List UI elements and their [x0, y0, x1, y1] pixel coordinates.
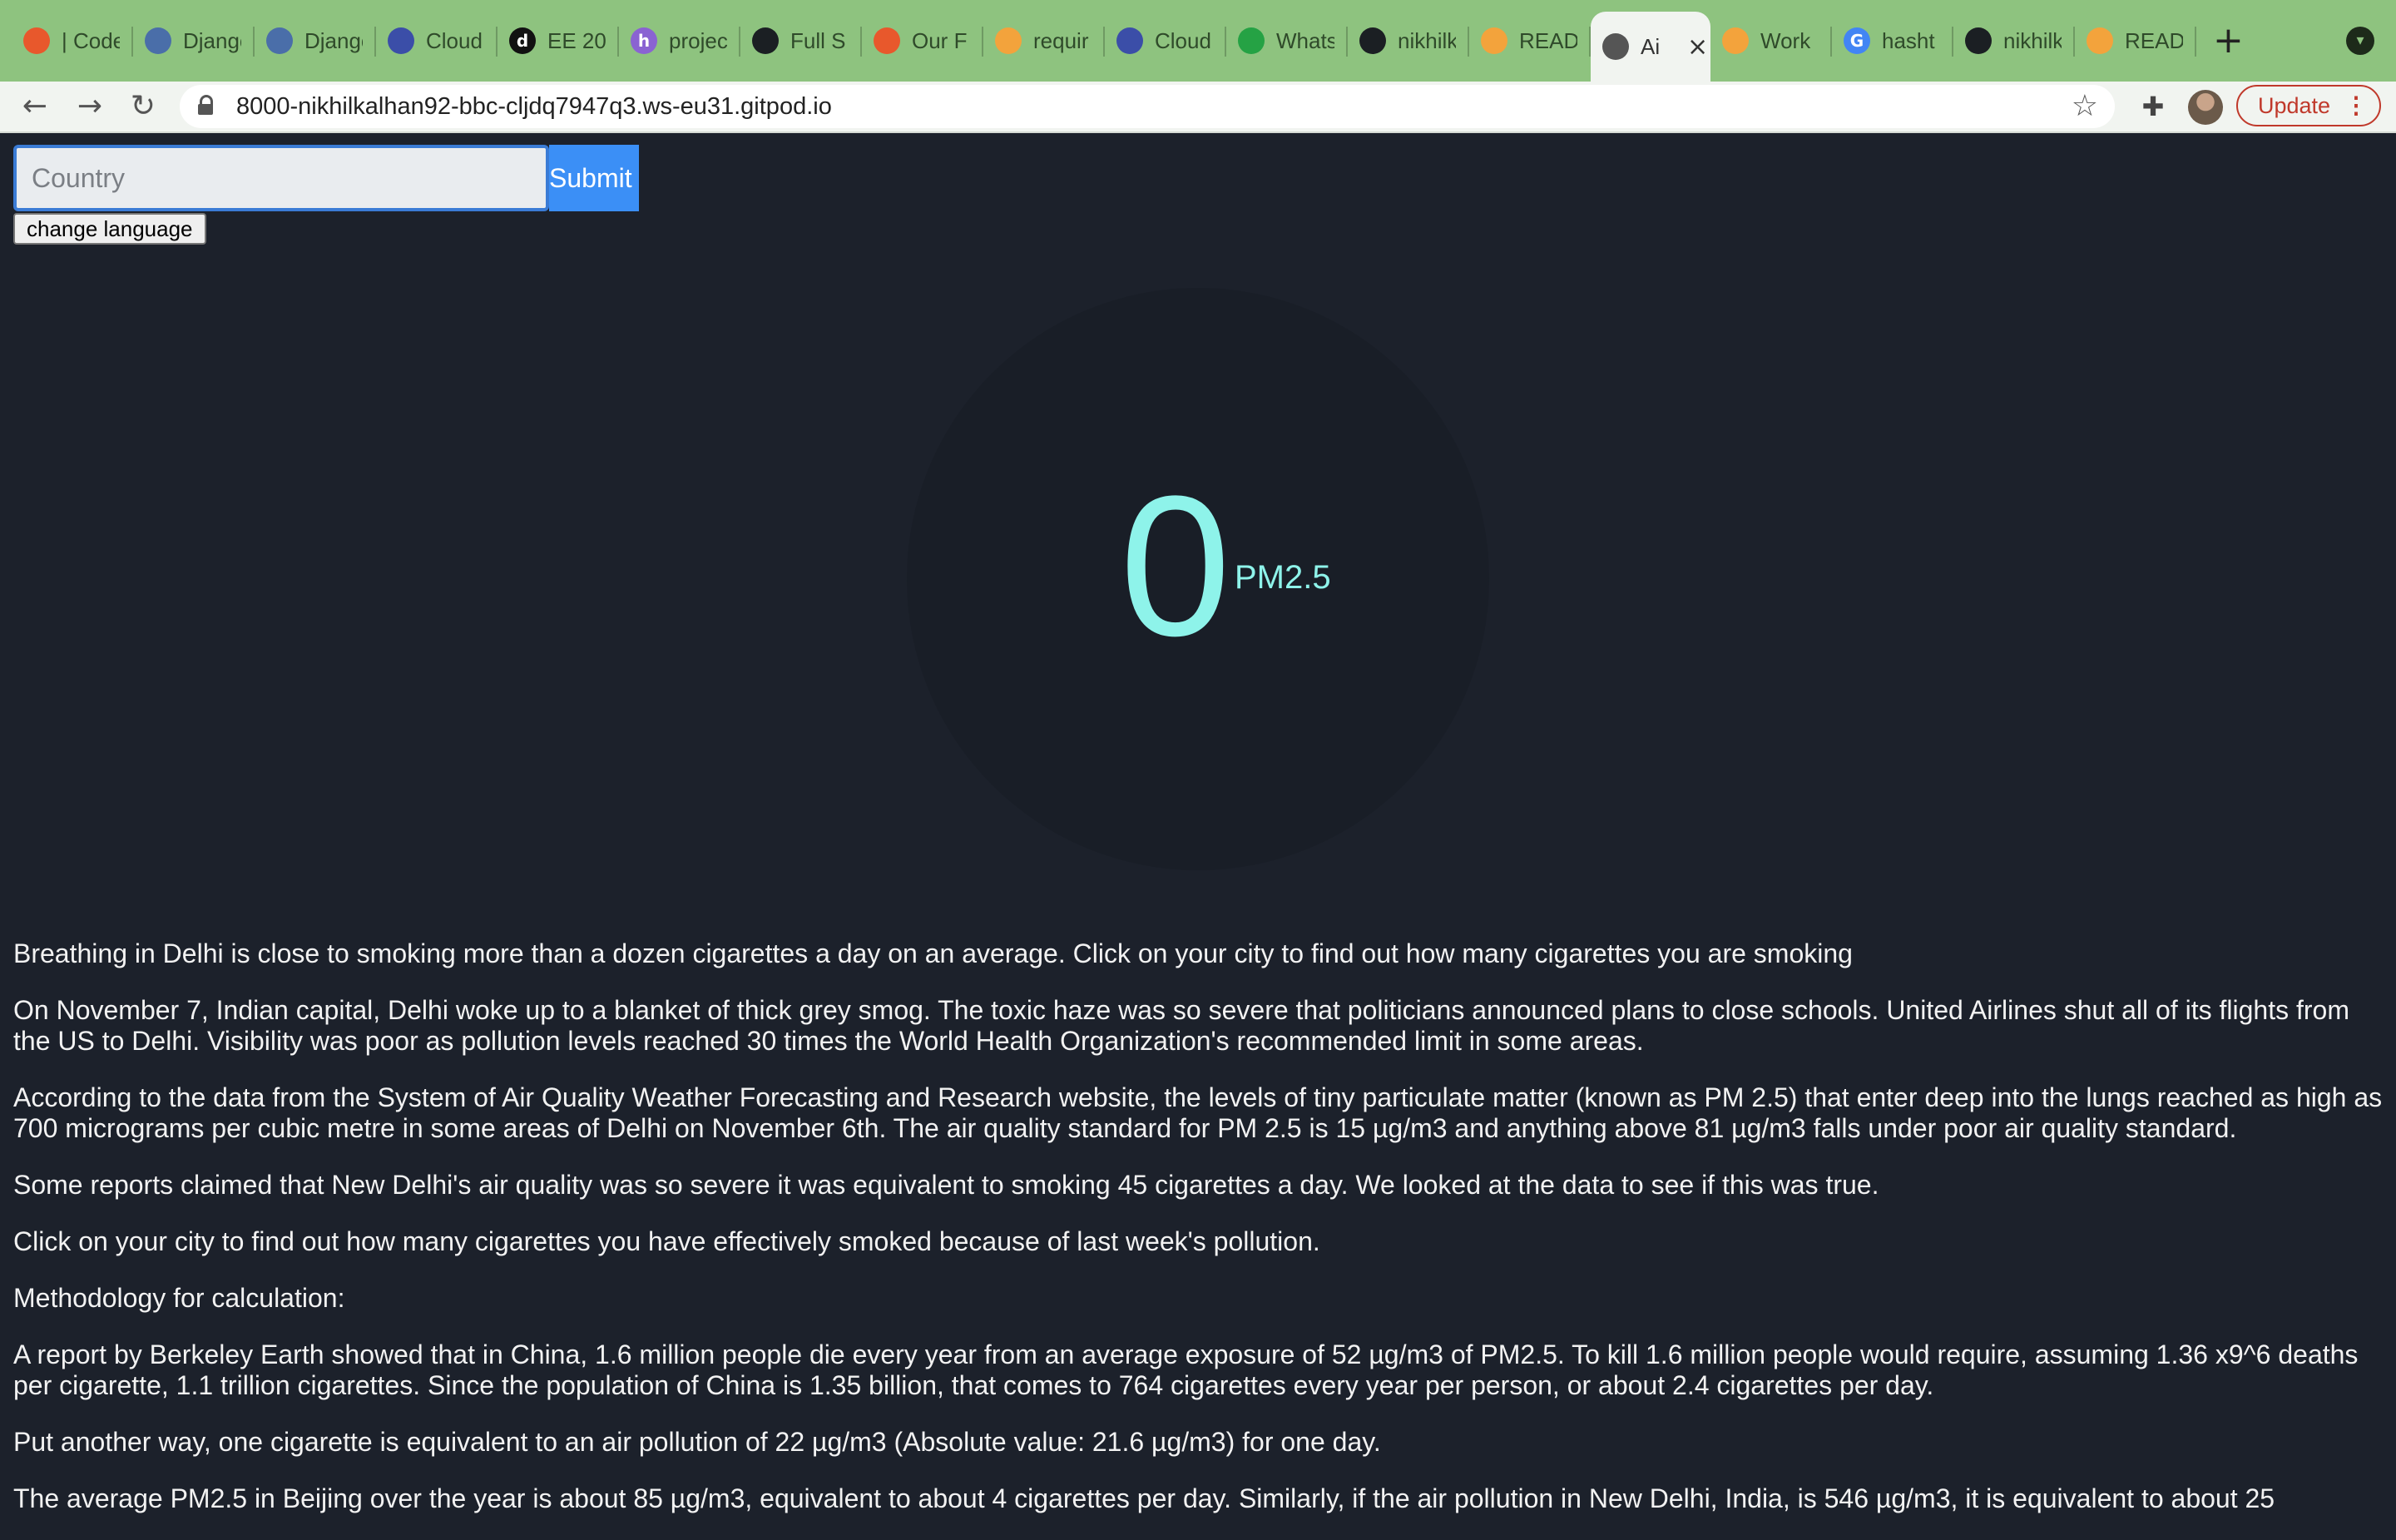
tab-title: Cloud [1155, 27, 1211, 53]
change-language-button[interactable]: change language [13, 213, 206, 245]
browser-tab[interactable]: nikhilk [1348, 12, 1469, 70]
article-paragraph: Methodology for calculation: [13, 1283, 345, 1313]
address-bar[interactable]: 8000-nikhilkalhan92-bbc-cljdq7947q3.ws-e… [180, 85, 2115, 128]
tab-title: | Code [62, 27, 120, 53]
cloud-icon [1116, 27, 1143, 54]
article-paragraph: Put another way, one cigarette is equiva… [13, 1427, 1381, 1457]
article-body: Breathing in Delhi is close to smoking m… [13, 938, 2384, 1540]
browser-tab[interactable]: Cloud [376, 12, 498, 70]
article-paragraph: Breathing in Delhi is close to smoking m… [13, 938, 1853, 968]
tab-title: requir [1033, 27, 1089, 53]
tab-title: hasht [1882, 27, 1935, 53]
google-icon: G [1844, 27, 1870, 54]
tab-search-icon[interactable]: ▾ [2346, 27, 2374, 55]
browser-tab[interactable]: Our F [862, 12, 983, 70]
django-globe-icon [266, 27, 293, 54]
tab-title: Cloud [426, 27, 483, 53]
article-paragraph: Click on your city to find out how many … [13, 1226, 1320, 1256]
extensions-puzzle-icon[interactable]: ✚ [2136, 90, 2170, 123]
article-paragraph: Some reports claimed that New Delhi's ai… [13, 1170, 1879, 1200]
url-text[interactable]: 8000-nikhilkalhan92-bbc-cljdq7947q3.ws-e… [236, 93, 832, 120]
profile-avatar[interactable] [2188, 90, 2223, 125]
tab-title: READ [2125, 27, 2183, 53]
tab-title: Whats [1276, 27, 1334, 53]
browser-tab[interactable]: requir [983, 12, 1105, 70]
cloud-icon [388, 27, 414, 54]
browser-tab[interactable]: | Code [12, 12, 133, 70]
browser-tab[interactable]: h projec [619, 12, 740, 70]
browser-tab[interactable]: Ai × [1591, 12, 1710, 82]
update-button[interactable]: Update ⋮ [2236, 85, 2381, 126]
tab-title: nikhilk [2003, 27, 2062, 53]
browser-tab[interactable]: nikhilk [1953, 12, 2075, 70]
browser-tab[interactable]: Django [133, 12, 255, 70]
gitpod-icon [995, 27, 1022, 54]
browser-toolbar: ← → ↻ 8000-nikhilkalhan92-bbc-cljdq7947q… [0, 82, 2396, 133]
tab-title: Ai [1641, 33, 1661, 59]
tab-title: READ [1519, 27, 1577, 53]
codepen-orange-icon [23, 27, 50, 54]
browser-tab[interactable]: READ [2075, 12, 2196, 70]
h-logo-icon: h [631, 27, 657, 54]
article-paragraph: The average PM2.5 in Beijing over the ye… [13, 1483, 2275, 1513]
github-icon [752, 27, 779, 54]
reload-icon[interactable]: ↻ [123, 87, 163, 126]
browser-tab[interactable]: Full S [740, 12, 862, 70]
gitpod-icon [1481, 27, 1507, 54]
update-label: Update [2258, 93, 2331, 118]
django-globe-icon [145, 27, 171, 54]
tab-title: Django [183, 27, 241, 53]
tab-title: Our F [912, 27, 968, 53]
article-paragraph: According to the data from the System of… [13, 1082, 2383, 1143]
tab-separator [2195, 27, 2196, 57]
article-paragraph: On November 7, Indian capital, Delhi wok… [13, 995, 2349, 1056]
d-logo-icon: d [509, 27, 536, 54]
back-arrow-icon[interactable]: ← [15, 87, 55, 126]
article-paragraph: A report by Berkeley Earth showed that i… [13, 1339, 2359, 1400]
gitpod-icon [1722, 27, 1749, 54]
browser-tab[interactable]: Whats [1226, 12, 1348, 70]
globe-icon [1602, 33, 1629, 60]
browser-tab[interactable]: Django [255, 12, 376, 70]
close-tab-icon[interactable]: × [1687, 32, 1708, 62]
pm25-value: 0 [1120, 454, 1231, 677]
github-icon [1965, 27, 1992, 54]
whatsapp-icon [1238, 27, 1265, 54]
forward-arrow-icon[interactable]: → [70, 87, 110, 126]
tab-title: projec [669, 27, 727, 53]
lock-icon[interactable] [198, 95, 213, 115]
browser-tab[interactable]: d EE 20 [498, 12, 619, 70]
tab-title: EE 20 [547, 27, 606, 53]
browser-tab[interactable]: Work [1710, 12, 1832, 70]
browser-tab[interactable]: READ [1469, 12, 1591, 70]
tab-title: Work [1760, 27, 1811, 53]
more-menu-icon[interactable]: ⋮ [2344, 87, 2368, 125]
browser-tab[interactable]: Ghasht [1832, 12, 1953, 70]
ring-orange-icon [874, 27, 900, 54]
tab-title: Full S [790, 27, 846, 53]
country-input[interactable] [13, 145, 549, 211]
tab-title: nikhilk [1398, 27, 1456, 53]
pm25-unit: PM2.5 [1235, 559, 1331, 596]
submit-button[interactable]: Submit [549, 145, 639, 211]
gitpod-icon [2087, 27, 2113, 54]
new-tab-button[interactable]: + [2213, 20, 2244, 62]
browser-tab[interactable]: Cloud [1105, 12, 1226, 70]
tab-strip: | CodeDjangoDjangoClouddEE 20hprojecFull… [0, 0, 2396, 82]
github-icon [1359, 27, 1386, 54]
tab-title: Django [304, 27, 363, 53]
bookmark-star-icon[interactable]: ☆ [2072, 88, 2098, 125]
